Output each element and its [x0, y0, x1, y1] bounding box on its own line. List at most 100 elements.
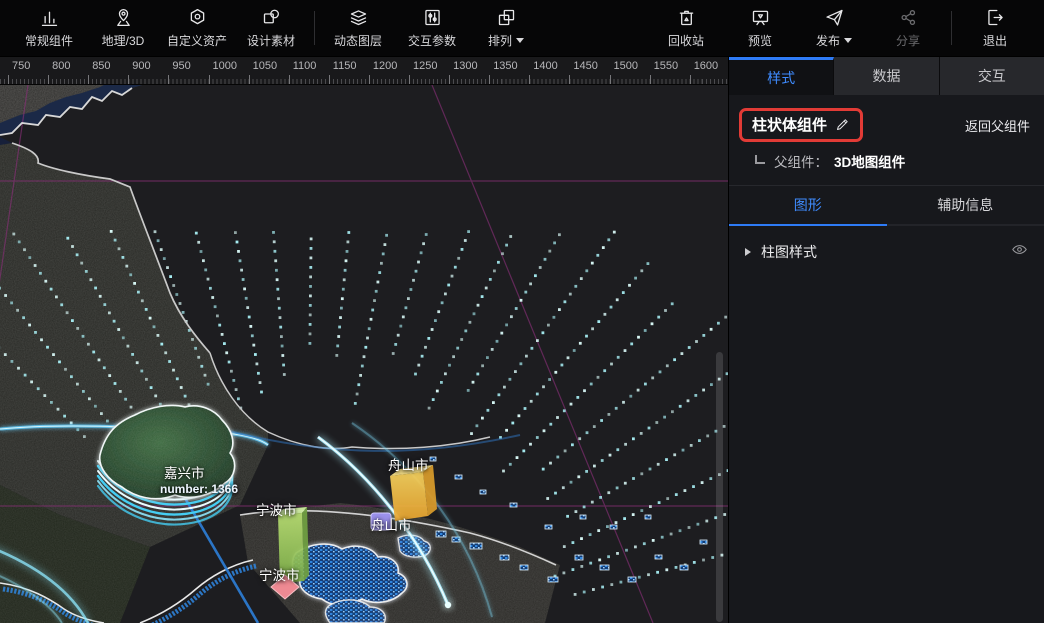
component-name: 柱状体组件 [752, 114, 827, 135]
parent-component-row: 父组件： 3D地图组件 [755, 151, 1044, 171]
ruler-tick-label: 1050 [253, 60, 277, 72]
map-3d-canvas[interactable]: 嘉兴市 number: 1366 宁波市 宁波市 舟山市 舟山市 [0, 85, 728, 623]
toolbar-item-label: 分享 [896, 32, 920, 49]
ruler-tick [8, 75, 9, 84]
settings-panel: 样式 数据 交互 柱状体组件 返回父组件 父组件： 3D地图组件 图形 辅助信息… [728, 57, 1044, 623]
city-label-zhoushan-bottom: 舟山市 [371, 514, 412, 534]
tab-interaction[interactable]: 交互 [940, 57, 1044, 95]
ruler-tick [48, 75, 49, 84]
component-name-row: 柱状体组件 返回父组件 [739, 108, 1030, 142]
toolbar-divider [314, 11, 315, 45]
toolbar-item-label: 发布 [816, 32, 840, 49]
toolbar-item-label: 回收站 [668, 32, 704, 49]
tab-data[interactable]: 数据 [834, 57, 939, 95]
ruler-tick [569, 75, 570, 84]
arrange-icon [496, 7, 517, 28]
parent-component-name[interactable]: 3D地图组件 [834, 151, 905, 171]
ruler-tick-label: 1250 [413, 60, 437, 72]
ruler-tick-label: 1150 [333, 60, 357, 72]
toolbar-item-exit[interactable]: 退出 [958, 2, 1032, 54]
chevron-down-icon [844, 38, 852, 43]
ruler-tick-label: 1450 [573, 60, 597, 72]
section-title: 柱图样式 [761, 242, 1011, 262]
toolbar-item-label: 自定义资产 [167, 32, 227, 49]
chevron-down-icon [516, 38, 524, 43]
ruler-tick [610, 75, 611, 84]
toolbar-item-label: 地理/3D [102, 32, 145, 49]
city-value-jiaxing: number: 1366 [160, 482, 238, 496]
panel-sub-tabs: 图形 辅助信息 [729, 186, 1044, 226]
toolbar-item-publish[interactable]: 发布 [797, 2, 871, 54]
ruler-tick-label: 850 [92, 60, 110, 72]
visibility-eye-icon[interactable] [1011, 241, 1028, 263]
ruler-tick [369, 75, 370, 84]
bar-chart-icon [39, 7, 60, 28]
sliders-icon [422, 7, 443, 28]
ruler-tick [168, 75, 169, 84]
ruler-tick-label: 1400 [533, 60, 557, 72]
toolbar-item-label: 排列 [488, 32, 512, 49]
ruler-tick [329, 75, 330, 84]
parent-prefix: 父组件： [774, 151, 828, 171]
toolbar-item-label: 设计素材 [247, 32, 295, 49]
subtab-graphics[interactable]: 图形 [729, 186, 887, 226]
hexagon-icon [187, 7, 208, 28]
ruler-tick-label: 750 [12, 60, 30, 72]
toolbar-item-share[interactable]: 分享 [871, 2, 945, 54]
ruler-tick-label: 1550 [654, 60, 678, 72]
toolbar-item-preview[interactable]: 预览 [723, 2, 797, 54]
toolbar-item-label: 退出 [983, 32, 1007, 49]
ruler-tick-label: 1100 [293, 60, 317, 72]
ruler-tick-label: 950 [172, 60, 190, 72]
geo-pin-icon [113, 7, 134, 28]
layers-icon [348, 7, 369, 28]
design-asset-icon [261, 7, 282, 28]
ruler-tick [289, 75, 290, 84]
toolbar-item-geo-3d[interactable]: 地理/3D [86, 2, 160, 54]
city-label-ningbo-top: 宁波市 [256, 499, 297, 519]
ruler-tick [88, 75, 89, 84]
preview-icon [750, 7, 771, 28]
component-name-annotation-box[interactable]: 柱状体组件 [739, 108, 863, 142]
toolbar-item-label: 预览 [748, 32, 772, 49]
ruler-tick [489, 75, 490, 84]
city-label-jiaxing: 嘉兴市 [164, 462, 205, 482]
datav-editor-window: 常规组件 地理/3D 自定义资产 设计素材 动态图层 [0, 0, 1044, 623]
subtab-auxiliary-info[interactable]: 辅助信息 [887, 186, 1044, 226]
toolbar-item-label: 动态图层 [334, 32, 382, 49]
section-bar-style[interactable]: 柱图样式 [729, 226, 1044, 278]
ruler-tick-label: 900 [132, 60, 150, 72]
ruler-tick-label: 1300 [453, 60, 477, 72]
toolbar-item-recycle-bin[interactable]: 回收站 [649, 2, 723, 54]
ruler-tick [409, 75, 410, 84]
toolbar-item-label: 交互参数 [408, 32, 456, 49]
ruler-tick [128, 75, 129, 84]
canvas-vertical-scrollbar[interactable] [716, 352, 723, 622]
collapse-arrow-icon[interactable] [745, 248, 751, 256]
ruler-tick [249, 75, 250, 84]
toolbar-item-arrange[interactable]: 排列 [469, 2, 543, 54]
ruler-tick-label: 1350 [493, 60, 517, 72]
exit-icon [985, 7, 1006, 28]
city-label-ningbo-bottom: 宁波市 [259, 564, 300, 584]
back-to-parent-link[interactable]: 返回父组件 [965, 116, 1030, 135]
map-scene [0, 85, 728, 623]
city-label-zhoushan-top: 舟山市 [388, 454, 429, 474]
toolbar-item-dynamic-layers[interactable]: 动态图层 [321, 2, 395, 54]
ruler-tick [690, 75, 691, 84]
edit-pencil-icon[interactable] [835, 117, 850, 132]
toolbar-item-design-material[interactable]: 设计素材 [234, 2, 308, 54]
ruler-tick-label: 1500 [614, 60, 638, 72]
tab-style[interactable]: 样式 [729, 57, 834, 95]
ruler-tick-label: 1000 [213, 60, 237, 72]
toolbar-item-custom-assets[interactable]: 自定义资产 [160, 2, 234, 54]
ruler-minor-ticks [0, 79, 728, 84]
toolbar-item-interaction-params[interactable]: 交互参数 [395, 2, 469, 54]
share-icon [898, 7, 919, 28]
toolbar-item-regular-components[interactable]: 常规组件 [12, 2, 86, 54]
toolbar-item-label: 常规组件 [25, 32, 73, 49]
toolbar-divider [951, 11, 952, 45]
panel-tabs: 样式 数据 交互 [729, 57, 1044, 95]
horizontal-ruler: 7508008509009501000105011001150120012501… [0, 57, 728, 85]
ruler-tick [650, 75, 651, 84]
